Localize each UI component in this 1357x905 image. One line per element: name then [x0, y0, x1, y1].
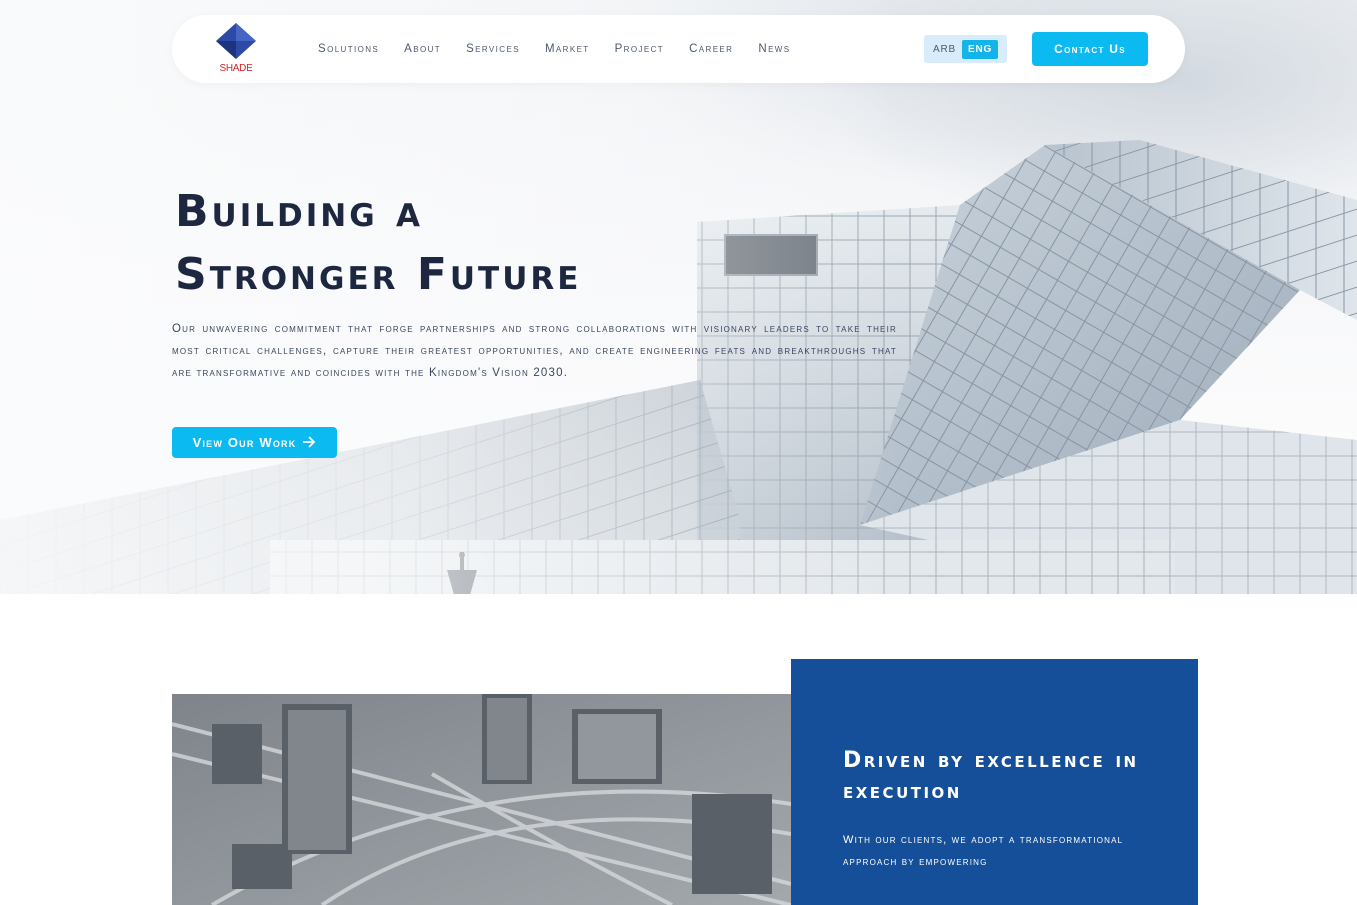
- lang-eng-button[interactable]: ENG: [961, 39, 999, 59]
- nav-services[interactable]: Services: [466, 43, 520, 55]
- hero-section: SHADE Solutions About Services Market Pr…: [0, 0, 1357, 594]
- contact-us-button[interactable]: Contact Us: [1032, 32, 1148, 66]
- shade-logo[interactable]: SHADE: [212, 21, 260, 77]
- logo-text: SHADE: [219, 63, 253, 74]
- nav-solutions[interactable]: Solutions: [318, 43, 379, 55]
- view-our-work-button[interactable]: View Our Work: [172, 427, 337, 458]
- language-switcher: ARB ENG: [924, 35, 1007, 63]
- city-aerial-image: [172, 694, 791, 905]
- logo-diamond-icon: [216, 23, 256, 59]
- hero-title-line-2: Stronger Future: [175, 249, 582, 300]
- hero-description: Our unwavering commitment that forge par…: [172, 323, 897, 379]
- excellence-card: Driven by excellence in execution With o…: [791, 659, 1198, 905]
- view-our-work-label: View Our Work: [192, 435, 297, 450]
- city-illustration: [172, 694, 791, 905]
- nav-news[interactable]: News: [758, 43, 790, 55]
- hero-title: Building a Stronger Future: [175, 180, 735, 306]
- nav-about[interactable]: About: [404, 43, 441, 55]
- nav-career[interactable]: Career: [689, 43, 733, 55]
- arrow-right-icon: [302, 435, 316, 451]
- excellence-text: With our clients, we adopt a transformat…: [843, 834, 1124, 868]
- hero-title-line-1: Building a: [175, 186, 423, 237]
- nav-market[interactable]: Market: [545, 43, 590, 55]
- nav-project[interactable]: Project: [615, 43, 664, 55]
- main-nav: Solutions About Services Market Project …: [318, 15, 816, 83]
- lang-arb-button[interactable]: ARB: [933, 44, 956, 55]
- top-navbar: SHADE Solutions About Services Market Pr…: [172, 15, 1185, 83]
- excellence-title: Driven by excellence in execution: [843, 748, 1139, 804]
